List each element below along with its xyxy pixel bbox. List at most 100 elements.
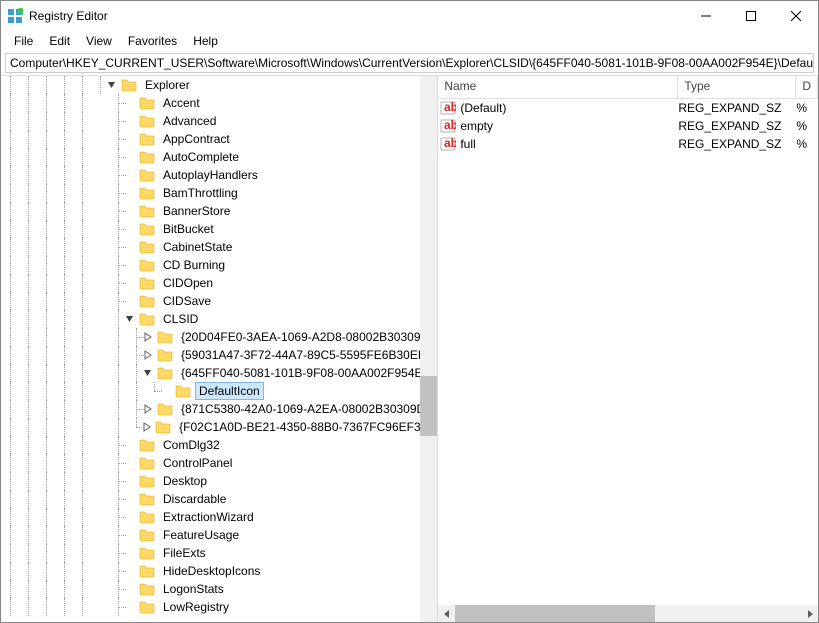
- menu-file[interactable]: File: [7, 32, 40, 50]
- address-text: Computer\HKEY_CURRENT_USER\Software\Micr…: [10, 56, 814, 70]
- scrollbar-track[interactable]: [455, 605, 801, 622]
- folder-icon: [139, 258, 155, 272]
- title-bar: Registry Editor: [1, 1, 818, 31]
- values-list[interactable]: ab(Default)REG_EXPAND_SZ%abemptyREG_EXPA…: [438, 99, 818, 605]
- value-row[interactable]: abemptyREG_EXPAND_SZ%: [438, 117, 818, 135]
- svg-text:ab: ab: [444, 100, 456, 114]
- tree-item[interactable]: FeatureUsage: [1, 526, 437, 544]
- close-button[interactable]: [773, 1, 818, 31]
- tree-item[interactable]: CIDSave: [1, 292, 437, 310]
- value-row[interactable]: ab(Default)REG_EXPAND_SZ%: [438, 99, 818, 117]
- folder-icon: [139, 438, 155, 452]
- folder-icon: [139, 528, 155, 542]
- tree-item-label: ComDlg32: [159, 436, 224, 454]
- maximize-button[interactable]: [728, 1, 773, 31]
- folder-icon: [157, 330, 173, 344]
- menu-view[interactable]: View: [79, 32, 119, 50]
- scroll-right-arrow[interactable]: [801, 605, 818, 622]
- tree-item[interactable]: ExtractionWizard: [1, 508, 437, 526]
- tree-item[interactable]: BamThrottling: [1, 184, 437, 202]
- tree-item[interactable]: BannerStore: [1, 202, 437, 220]
- svg-text:ab: ab: [444, 118, 456, 132]
- tree-vertical-scrollbar[interactable]: [420, 76, 437, 622]
- values-horizontal-scrollbar[interactable]: [438, 605, 818, 622]
- tree-item-label: CD Burning: [159, 256, 229, 274]
- tree-item[interactable]: HideDesktopIcons: [1, 562, 437, 580]
- tree-item[interactable]: CD Burning: [1, 256, 437, 274]
- scrollbar-thumb[interactable]: [420, 376, 437, 436]
- tree-item-label: BannerStore: [159, 202, 234, 220]
- scroll-left-arrow[interactable]: [438, 605, 455, 622]
- folder-icon: [139, 168, 155, 182]
- tree-item[interactable]: {20D04FE0-3AEA-1069-A2D8-08002B30309D}: [1, 328, 437, 346]
- tree-item-label: HideDesktopIcons: [159, 562, 264, 580]
- tree-item-label: CLSID: [159, 310, 202, 328]
- svg-text:ab: ab: [444, 136, 456, 150]
- minimize-button[interactable]: [683, 1, 728, 31]
- tree-item[interactable]: ComDlg32: [1, 436, 437, 454]
- tree-item[interactable]: FileExts: [1, 544, 437, 562]
- regedit-icon: [7, 8, 23, 24]
- tree-item[interactable]: Accent: [1, 94, 437, 112]
- scrollbar-thumb[interactable]: [455, 605, 655, 622]
- folder-icon: [139, 240, 155, 254]
- tree-item[interactable]: BitBucket: [1, 220, 437, 238]
- value-data: %: [796, 119, 818, 133]
- tree-item-label: Desktop: [159, 472, 211, 490]
- column-header-data[interactable]: D: [796, 76, 818, 98]
- tree-item[interactable]: CabinetState: [1, 238, 437, 256]
- window-controls: [683, 1, 818, 31]
- folder-icon: [175, 384, 191, 398]
- registry-tree[interactable]: ExplorerAccentAdvancedAppContractAutoCom…: [1, 76, 437, 622]
- folder-icon: [139, 312, 155, 326]
- string-value-icon: ab: [440, 118, 456, 134]
- tree-item-label: FileExts: [159, 544, 210, 562]
- tree-item-label: Accent: [159, 94, 204, 112]
- value-name: full: [460, 137, 678, 151]
- menu-favorites[interactable]: Favorites: [121, 32, 184, 50]
- menu-edit[interactable]: Edit: [42, 32, 77, 50]
- address-bar[interactable]: Computer\HKEY_CURRENT_USER\Software\Micr…: [5, 53, 814, 73]
- value-type: REG_EXPAND_SZ: [678, 137, 796, 151]
- tree-item[interactable]: LogonStats: [1, 580, 437, 598]
- folder-icon: [139, 492, 155, 506]
- folder-icon: [139, 186, 155, 200]
- column-header-name[interactable]: Name: [438, 76, 678, 98]
- tree-item-label: LogonStats: [159, 580, 228, 598]
- folder-icon: [139, 564, 155, 578]
- folder-icon: [139, 114, 155, 128]
- value-row[interactable]: abfullREG_EXPAND_SZ%: [438, 135, 818, 153]
- folder-icon: [139, 546, 155, 560]
- tree-item[interactable]: Explorer: [1, 76, 437, 94]
- window-title: Registry Editor: [29, 9, 683, 23]
- column-header-type[interactable]: Type: [678, 76, 796, 98]
- tree-item[interactable]: LowRegistry: [1, 598, 437, 616]
- tree-item[interactable]: AutoplayHandlers: [1, 166, 437, 184]
- tree-item[interactable]: Advanced: [1, 112, 437, 130]
- folder-icon: [139, 276, 155, 290]
- tree-item-label: AutoComplete: [159, 148, 243, 166]
- value-name: (Default): [460, 101, 678, 115]
- tree-item[interactable]: ControlPanel: [1, 454, 437, 472]
- values-pane: Name Type D ab(Default)REG_EXPAND_SZ%abe…: [438, 76, 818, 622]
- tree-item-label: LowRegistry: [159, 598, 233, 616]
- tree-item[interactable]: {645FF040-5081-101B-9F08-00AA002F954E}: [1, 364, 437, 382]
- tree-item[interactable]: CIDOpen: [1, 274, 437, 292]
- string-value-icon: ab: [440, 100, 456, 116]
- tree-item[interactable]: {59031A47-3F72-44A7-89C5-5595FE6B30EE}: [1, 346, 437, 364]
- value-type: REG_EXPAND_SZ: [678, 119, 796, 133]
- tree-item[interactable]: AutoComplete: [1, 148, 437, 166]
- tree-item-label: ExtractionWizard: [159, 508, 258, 526]
- folder-icon: [139, 204, 155, 218]
- tree-item[interactable]: CLSID: [1, 310, 437, 328]
- tree-item[interactable]: {F02C1A0D-BE21-4350-88B0-7367FC96EF3C}: [1, 418, 437, 436]
- tree-item[interactable]: DefaultIcon: [1, 382, 437, 400]
- folder-icon: [157, 402, 173, 416]
- tree-item[interactable]: Discardable: [1, 490, 437, 508]
- tree-item[interactable]: {871C5380-42A0-1069-A2EA-08002B30309D}: [1, 400, 437, 418]
- tree-item[interactable]: AppContract: [1, 130, 437, 148]
- menu-help[interactable]: Help: [186, 32, 225, 50]
- values-header: Name Type D: [438, 76, 818, 99]
- tree-item[interactable]: Desktop: [1, 472, 437, 490]
- folder-icon: [139, 222, 155, 236]
